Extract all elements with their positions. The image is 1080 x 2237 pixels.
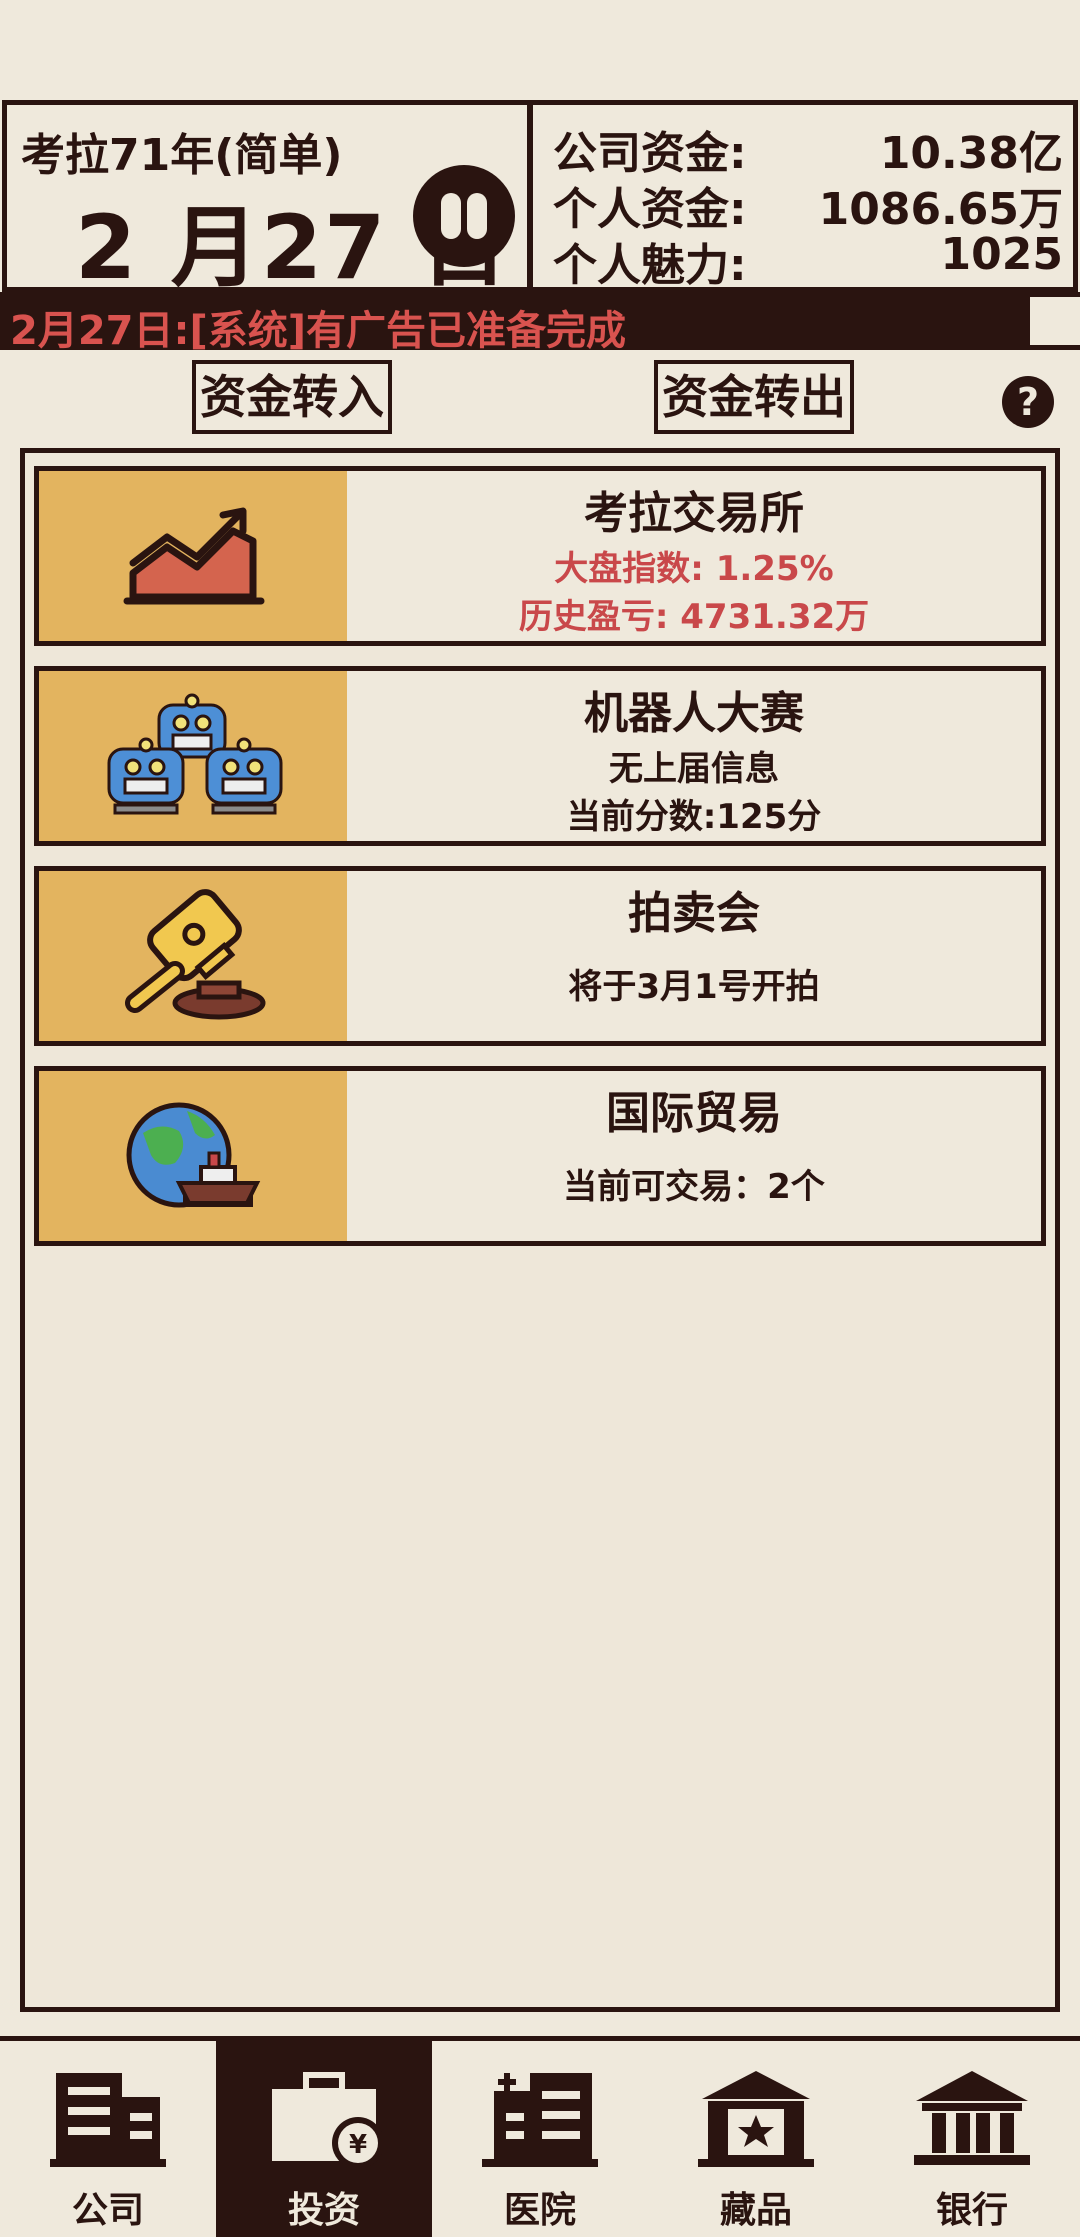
personal-funds-label: 个人资金: xyxy=(553,184,747,235)
card-international-trade[interactable]: 国际贸易 当前可交易：2个 xyxy=(34,1066,1046,1246)
date-panel: 考拉71年(简单) 2 月27 日 xyxy=(2,100,532,299)
company-funds-row: 公司资金: 10.38亿 xyxy=(553,117,1063,179)
card-title: 机器人大赛 xyxy=(584,688,804,739)
card-robot-contest[interactable]: 机器人大赛 无上届信息 当前分数:125分 xyxy=(34,666,1046,846)
current-score: 当前分数:125分 xyxy=(566,797,822,837)
transfer-in-button[interactable]: 资金转入 xyxy=(192,360,392,434)
nav-label: 医院 xyxy=(503,2190,576,2231)
robots-icon xyxy=(107,693,283,815)
stock-chart-icon xyxy=(123,507,265,605)
nav-label: 公司 xyxy=(71,2190,144,2231)
historical-pnl: 历史盈亏: 4731.32万 xyxy=(518,597,870,637)
hospital-icon xyxy=(482,2073,598,2167)
tradable-count: 当前可交易：2个 xyxy=(563,1167,825,1207)
bank-icon xyxy=(914,2071,1030,2165)
card-thumb xyxy=(39,871,347,1041)
news-ticker: 2月27日:[系统]有广告已准备完成 xyxy=(0,292,1030,354)
company-funds-label: 公司资金: xyxy=(553,128,747,179)
card-thumb xyxy=(39,471,347,641)
personal-funds-row: 个人资金: 1086.65万 xyxy=(553,173,1063,235)
last-contest-info: 无上届信息 xyxy=(609,749,779,789)
nav-label: 藏品 xyxy=(719,2190,792,2231)
nav-item-bank[interactable]: 银行 xyxy=(864,2041,1080,2237)
ticker-end xyxy=(1030,292,1080,350)
gavel-icon xyxy=(125,889,266,1020)
charm-label: 个人魅力: xyxy=(553,240,747,291)
bottom-nav: 公司 ¥ 投资 医院 藏品 银行 xyxy=(0,2036,1080,2237)
card-thumb xyxy=(39,671,347,841)
funds-panel: 公司资金: 10.38亿 个人资金: 1086.65万 个人魅力: 1025 xyxy=(527,100,1078,292)
company-funds-value: 10.38亿 xyxy=(879,128,1063,179)
nav-item-investment[interactable]: ¥ 投资 xyxy=(216,2041,432,2237)
nav-item-collection[interactable]: 藏品 xyxy=(648,2041,864,2237)
card-title: 拍卖会 xyxy=(628,888,760,939)
briefcase-yen-icon: ¥ xyxy=(272,2072,382,2169)
card-title: 考拉交易所 xyxy=(584,488,804,539)
news-ticker-text: 2月27日:[系统]有广告已准备完成 xyxy=(10,308,627,354)
year-label: 考拉71年(简单) xyxy=(21,130,343,181)
personal-funds-value: 1086.65万 xyxy=(818,184,1063,235)
charm-row: 个人魅力: 1025 xyxy=(553,229,1063,291)
card-auction[interactable]: 拍卖会 将于3月1号开拍 xyxy=(34,866,1046,1046)
card-stock-exchange[interactable]: 考拉交易所 大盘指数: 1.25% 历史盈亏: 4731.32万 xyxy=(34,466,1046,646)
card-thumb xyxy=(39,1071,347,1241)
globe-ship-icon xyxy=(126,1102,261,1208)
museum-star-icon xyxy=(698,2071,814,2167)
nav-item-company[interactable]: 公司 xyxy=(0,2041,216,2237)
market-index: 大盘指数: 1.25% xyxy=(554,549,834,589)
card-title: 国际贸易 xyxy=(606,1088,782,1139)
pause-button[interactable] xyxy=(413,165,515,267)
charm-value: 1025 xyxy=(940,229,1063,280)
nav-label: 投资 xyxy=(287,2190,360,2231)
svg-text:¥: ¥ xyxy=(349,2130,367,2160)
nav-item-hospital[interactable]: 医院 xyxy=(432,2041,648,2237)
transfer-out-button[interactable]: 资金转出 xyxy=(654,360,854,434)
help-icon[interactable]: ? xyxy=(1002,376,1054,428)
nav-label: 银行 xyxy=(935,2190,1008,2231)
building-icon xyxy=(50,2073,166,2167)
pause-icon xyxy=(441,193,461,239)
auction-start-info: 将于3月1号开拍 xyxy=(568,967,820,1007)
